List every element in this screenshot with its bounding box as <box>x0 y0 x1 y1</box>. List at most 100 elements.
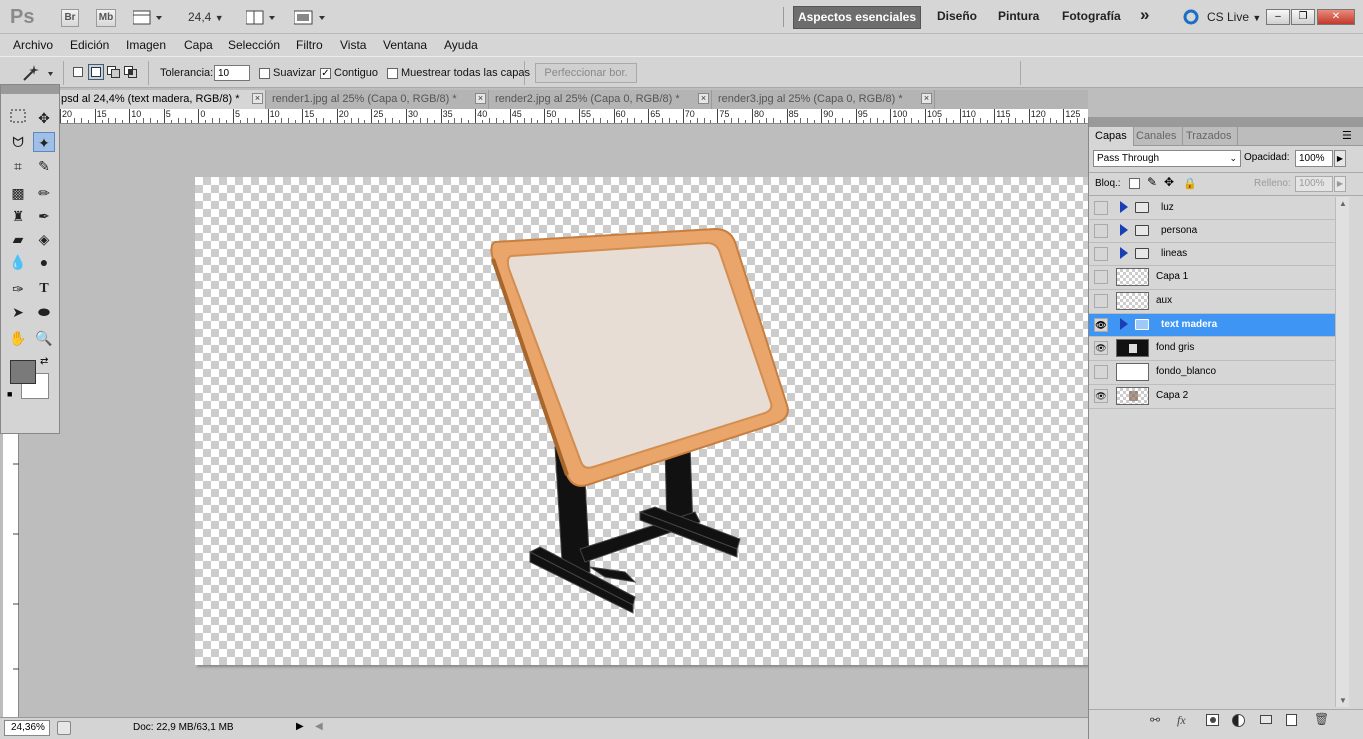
tab-render2[interactable]: render2.jpg al 25% (Capa 0, RGB/8) * × <box>489 90 712 109</box>
zoom-level-select[interactable]: 24,4 ▼ <box>188 10 224 24</box>
menu-vista[interactable]: Vista <box>340 38 366 52</box>
minibridge-button[interactable]: Mb <box>96 9 116 27</box>
lock-all-icon[interactable]: 🔒 <box>1183 177 1197 190</box>
pen-tool-icon[interactable]: ✑ <box>7 279 29 299</box>
expand-group-icon[interactable] <box>1120 247 1128 259</box>
eraser-tool-icon[interactable]: ▰ <box>7 229 29 249</box>
blend-mode-select[interactable]: Pass Through ⌄ <box>1093 150 1241 167</box>
lasso-tool-icon[interactable]: ᗢ <box>7 132 29 152</box>
tab-render3[interactable]: render3.jpg al 25% (Capa 0, RGB/8) * × <box>712 90 935 109</box>
workspace-essentials[interactable]: Aspectos esenciales <box>793 6 921 29</box>
layer-row-text-madera[interactable]: 👁 text madera <box>1089 314 1335 337</box>
subtract-selection-icon[interactable] <box>107 66 120 78</box>
add-selection-icon[interactable] <box>88 64 104 80</box>
menu-ventana[interactable]: Ventana <box>383 38 427 52</box>
opacity-input[interactable]: 100% <box>1295 150 1333 167</box>
clone-stamp-tool-icon[interactable]: ♜ <box>7 206 29 226</box>
layer-row-persona[interactable]: persona <box>1089 220 1335 243</box>
opacity-slider-arrow-icon[interactable]: ▶ <box>1334 150 1346 167</box>
layer-row-fondo-blanco[interactable]: fondo_blanco <box>1089 361 1335 385</box>
visibility-toggle[interactable] <box>1094 294 1108 308</box>
zoom-readout[interactable]: 24,36% <box>4 720 50 736</box>
visibility-toggle[interactable] <box>1094 270 1108 284</box>
link-layers-icon[interactable]: ⚯ <box>1150 713 1160 727</box>
restore-button[interactable]: ❐ <box>1291 9 1315 25</box>
close-tab-icon[interactable]: × <box>252 93 263 104</box>
fill-input[interactable]: 100% <box>1295 176 1333 192</box>
dodge-tool-icon[interactable]: ● <box>33 252 55 272</box>
intersect-selection-icon[interactable] <box>124 66 137 78</box>
history-brush-tool-icon[interactable]: ✒ <box>33 206 55 226</box>
add-mask-icon[interactable] <box>1206 714 1219 726</box>
panel-menu-icon[interactable]: ☰ <box>1342 129 1352 142</box>
expand-group-icon[interactable] <box>1120 224 1128 236</box>
expand-group-icon[interactable] <box>1120 318 1128 330</box>
panel-header[interactable] <box>1089 117 1363 127</box>
close-window-button[interactable]: ✕ <box>1317 9 1355 25</box>
status-options-icon[interactable] <box>57 721 71 735</box>
layer-row-lineas[interactable]: lineas <box>1089 243 1335 266</box>
layer-row-fond-gris[interactable]: 👁 fond gris <box>1089 337 1335 361</box>
tolerance-input[interactable] <box>214 65 250 81</box>
move-tool-icon[interactable]: ✥ <box>33 108 55 128</box>
new-group-icon[interactable] <box>1260 715 1272 724</box>
tab-render1[interactable]: render1.jpg al 25% (Capa 0, RGB/8) * × <box>266 90 489 109</box>
workspace-photography[interactable]: Fotografía <box>1062 9 1121 23</box>
zoom-tool-icon[interactable]: 🔍 <box>33 328 55 348</box>
screen-mode-icon[interactable] <box>293 10 326 25</box>
crop-tool-icon[interactable]: ⌗ <box>7 156 29 176</box>
close-tab-icon[interactable]: × <box>921 93 932 104</box>
visibility-toggle[interactable] <box>1094 201 1108 215</box>
layer-row-luz[interactable]: luz <box>1089 197 1335 220</box>
sample-all-layers-checkbox[interactable] <box>387 68 398 79</box>
scroll-left-icon[interactable]: ◀ <box>315 721 323 732</box>
layer-style-icon[interactable]: fx <box>1177 713 1186 728</box>
layer-row-capa-2[interactable]: 👁 Capa 2 <box>1089 385 1335 409</box>
layer-row-aux[interactable]: aux <box>1089 290 1335 314</box>
eye-icon[interactable]: 👁 <box>1094 341 1108 355</box>
lock-position-icon[interactable]: ✥ <box>1164 175 1174 189</box>
cslive-menu[interactable]: CS Live ▼ <box>1207 10 1261 24</box>
delete-layer-icon[interactable]: 🗑 <box>1314 712 1329 726</box>
arrange-documents-icon[interactable] <box>245 10 276 25</box>
tab-paths[interactable]: Trazados <box>1180 127 1239 146</box>
expand-group-icon[interactable] <box>1120 201 1128 213</box>
close-tab-icon[interactable]: × <box>475 93 486 104</box>
more-workspaces-icon[interactable]: » <box>1140 5 1149 25</box>
visibility-toggle[interactable] <box>1094 224 1108 238</box>
spot-healing-tool-icon[interactable]: ▩ <box>7 183 29 203</box>
layers-scrollbar[interactable]: ▲ ▼ <box>1335 197 1349 707</box>
menu-imagen[interactable]: Imagen <box>126 38 166 52</box>
type-tool-icon[interactable]: T <box>33 279 55 299</box>
eyedropper-tool-icon[interactable]: ✎ <box>33 156 55 176</box>
smooth-checkbox[interactable] <box>259 68 270 79</box>
layer-row-capa-1[interactable]: Capa 1 <box>1089 266 1335 290</box>
marquee-tool-icon[interactable] <box>7 108 29 128</box>
bridge-button[interactable]: Br <box>61 9 79 27</box>
menu-seleccion[interactable]: Selección <box>228 38 280 52</box>
tab-channels[interactable]: Canales <box>1130 127 1184 146</box>
hand-tool-icon[interactable]: ✋ <box>7 328 29 348</box>
document-canvas[interactable] <box>195 177 1088 665</box>
menu-capa[interactable]: Capa <box>184 38 213 52</box>
magic-wand-preset-icon[interactable] <box>20 63 56 83</box>
fill-slider-arrow-icon[interactable]: ▶ <box>1334 176 1346 192</box>
view-extras-icon[interactable] <box>132 10 163 25</box>
path-selection-tool-icon[interactable]: ➤ <box>7 302 29 322</box>
close-tab-icon[interactable]: × <box>698 93 709 104</box>
lock-pixels-icon[interactable]: ✎ <box>1147 175 1157 189</box>
new-layer-icon[interactable] <box>1286 714 1297 726</box>
tab-document-psd[interactable]: psd al 24,4% (text madera, RGB/8) * × <box>55 90 266 109</box>
lock-transparent-icon[interactable] <box>1129 178 1140 189</box>
menu-ayuda[interactable]: Ayuda <box>444 38 478 52</box>
swap-colors-icon[interactable]: ⇄ <box>40 356 48 367</box>
menu-archivo[interactable]: Archivo <box>13 38 53 52</box>
workspace-design[interactable]: Diseño <box>937 9 977 23</box>
ellipse-tool-icon[interactable]: ⬬ <box>33 302 55 322</box>
brush-tool-icon[interactable]: ✏ <box>33 183 55 203</box>
paint-bucket-tool-icon[interactable]: ◈ <box>33 229 55 249</box>
adjustment-layer-icon[interactable] <box>1232 714 1245 727</box>
menu-edicion[interactable]: Edición <box>70 38 109 52</box>
eye-icon[interactable]: 👁 <box>1094 389 1108 403</box>
minimize-button[interactable]: – <box>1266 9 1290 25</box>
